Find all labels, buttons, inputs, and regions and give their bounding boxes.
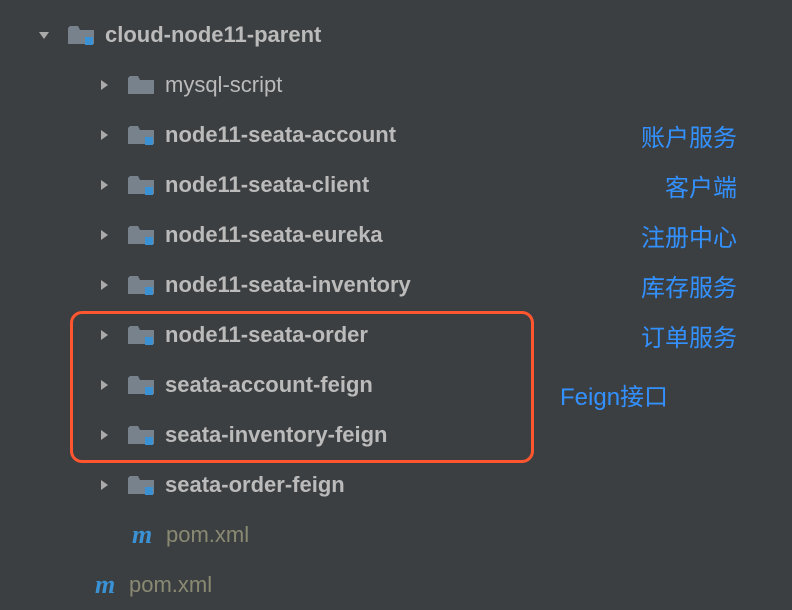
tree-node-label: pom.xml: [129, 572, 212, 598]
annotation-label: 注册中心: [641, 218, 792, 253]
folder-icon: [127, 74, 155, 96]
chevron-right-icon[interactable]: [95, 176, 113, 194]
maven-icon: m: [132, 520, 158, 550]
tree-node-label: mysql-script: [165, 72, 282, 98]
maven-icon: m: [95, 570, 121, 600]
tree-node-label: node11-seata-order: [165, 322, 368, 348]
chevron-right-icon[interactable]: [95, 126, 113, 144]
tree-child-row[interactable]: mysql-script: [0, 60, 792, 110]
module-folder-icon: [127, 424, 155, 446]
chevron-right-icon[interactable]: [95, 76, 113, 94]
module-folder-icon: [127, 224, 155, 246]
module-folder-icon: [127, 174, 155, 196]
tree-node-label: node11-seata-account: [165, 122, 396, 148]
chevron-right-icon[interactable]: [95, 226, 113, 244]
tree-child-row[interactable]: node11-seata-account 账户服务: [0, 110, 792, 160]
tree-node-label: node11-seata-client: [165, 172, 369, 198]
tree-node-label: pom.xml: [166, 522, 249, 548]
feign-annotation-label: Feign接口: [560, 377, 668, 412]
tree-child-row[interactable]: seata-inventory-feign: [0, 410, 792, 460]
tree-node-label: seata-account-feign: [165, 372, 373, 398]
tree-node-label: node11-seata-eureka: [165, 222, 383, 248]
annotation-label: 账户服务: [641, 118, 792, 153]
chevron-right-icon[interactable]: [95, 426, 113, 444]
module-folder-icon: [127, 474, 155, 496]
chevron-right-icon[interactable]: [95, 476, 113, 494]
module-folder-icon: [127, 324, 155, 346]
tree-child-row[interactable]: m pom.xml: [0, 510, 792, 560]
tree-child-row[interactable]: seata-account-feign: [0, 360, 792, 410]
tree-child-row[interactable]: node11-seata-client 客户端: [0, 160, 792, 210]
tree-node-label: cloud-node11-parent: [105, 22, 321, 48]
module-folder-icon: [127, 374, 155, 396]
chevron-right-icon[interactable]: [95, 276, 113, 294]
tree-child-row[interactable]: seata-order-feign: [0, 460, 792, 510]
chevron-right-icon[interactable]: [95, 376, 113, 394]
annotation-label: 客户端: [665, 168, 792, 203]
tree-child-row[interactable]: node11-seata-order 订单服务: [0, 310, 792, 360]
tree-root-pom-row[interactable]: m pom.xml: [0, 560, 792, 610]
tree-child-row[interactable]: node11-seata-inventory 库存服务: [0, 260, 792, 310]
annotation-label: 库存服务: [641, 268, 792, 303]
tree-root-row[interactable]: cloud-node11-parent: [0, 10, 792, 60]
tree-child-row[interactable]: node11-seata-eureka 注册中心: [0, 210, 792, 260]
tree-node-label: seata-order-feign: [165, 472, 345, 498]
module-folder-icon: [127, 274, 155, 296]
annotation-label: 订单服务: [641, 318, 792, 353]
chevron-right-icon[interactable]: [95, 326, 113, 344]
chevron-down-icon[interactable]: [35, 26, 53, 44]
module-folder-icon: [67, 24, 95, 46]
module-folder-icon: [127, 124, 155, 146]
tree-node-label: seata-inventory-feign: [165, 422, 388, 448]
tree-node-label: node11-seata-inventory: [165, 272, 411, 298]
